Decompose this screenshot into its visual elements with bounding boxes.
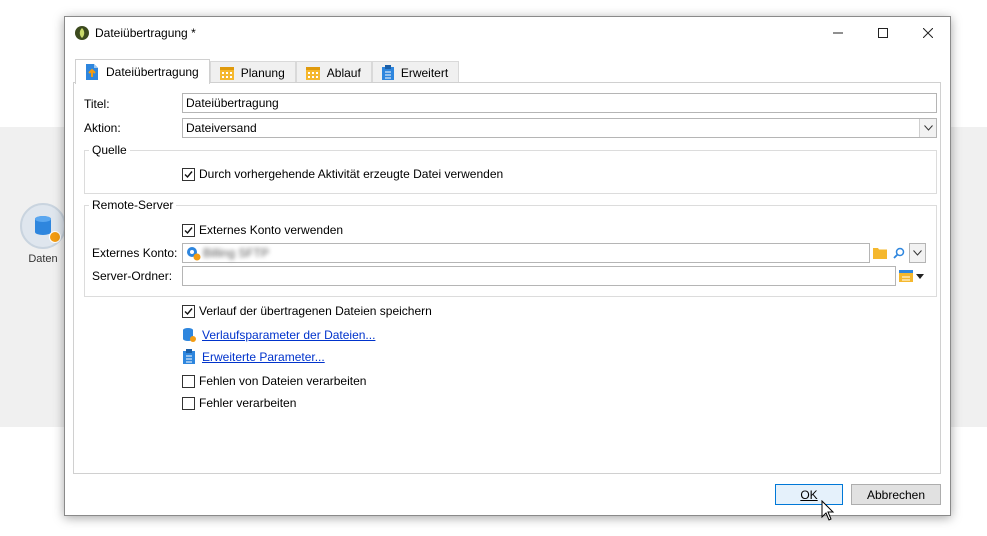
calendar-icon (219, 67, 234, 80)
remote-server-group-title: Remote-Server (89, 198, 177, 212)
dropdown-arrow-icon (916, 273, 924, 279)
titlebar[interactable]: Dateiübertragung * (65, 17, 950, 49)
external-account-dropdown[interactable] (909, 243, 926, 263)
checkbox-unchecked-icon (182, 396, 195, 410)
external-account-label: Externes Konto: (92, 246, 178, 260)
calendar-icon (305, 67, 320, 80)
database-history-icon (183, 328, 196, 342)
title-field[interactable]: Dateiübertragung (182, 93, 937, 113)
tab-label: Planung (240, 66, 285, 80)
tab-dateiuebertragung[interactable]: Dateiübertragung (75, 59, 210, 84)
external-account-field[interactable]: Billing SFTP (182, 243, 870, 263)
action-select[interactable]: Dateiversand (182, 118, 937, 138)
errors-checkbox[interactable]: Fehler verarbeiten (182, 396, 296, 410)
checkbox-label: Verlauf der übertragenen Dateien speiche… (199, 304, 432, 318)
folder-icon (873, 248, 887, 259)
chevron-down-icon (913, 250, 922, 256)
maximize-button[interactable] (860, 17, 905, 49)
server-folder-menu-button[interactable] (899, 268, 927, 284)
file-transfer-dialog: Dateiübertragung * Dateiübertragung Plan… (64, 16, 951, 516)
clipboard-icon (381, 65, 394, 80)
cancel-label: Abbrechen (866, 487, 926, 502)
tab-planung[interactable]: Planung (209, 61, 296, 84)
checkbox-label: Durch vorhergehende Aktivität erzeugte D… (199, 167, 504, 181)
tab-bar: Dateiübertragung Planung Ablauf Erweiter… (75, 59, 460, 84)
file-upload-icon (86, 64, 98, 80)
ok-label: OK (800, 487, 818, 502)
close-button[interactable] (905, 17, 950, 49)
action-label: Aktion: (84, 121, 121, 135)
tab-label: Erweitert (400, 66, 449, 80)
workflow-node-daten[interactable]: Daten (20, 203, 66, 265)
tab-ablauf[interactable]: Ablauf (295, 61, 372, 84)
source-group-title: Quelle (89, 143, 130, 157)
tab-label: Ablauf (326, 66, 361, 80)
minimize-button[interactable] (815, 17, 860, 49)
checkbox-unchecked-icon (182, 374, 195, 388)
clipboard-icon (183, 349, 195, 364)
missing-files-checkbox[interactable]: Fehlen von Dateien verarbeiten (182, 374, 366, 388)
advanced-parameters-link[interactable]: Erweiterte Parameter... (182, 349, 325, 365)
gear-icon (187, 247, 201, 261)
database-icon (20, 203, 66, 249)
checkbox-checked-icon (182, 304, 195, 318)
folder-button[interactable] (870, 243, 890, 263)
checkbox-checked-icon (182, 167, 195, 181)
search-icon (893, 247, 905, 259)
dialog-title: Dateiübertragung * (95, 26, 196, 40)
close-icon (922, 28, 933, 38)
mouse-cursor-icon (821, 500, 835, 521)
history-parameters-link[interactable]: Verlaufsparameter der Dateien... (182, 327, 375, 343)
external-account-value: Billing SFTP (203, 246, 270, 260)
server-folder-label: Server-Ordner: (92, 269, 173, 283)
title-label: Titel: (84, 97, 110, 111)
cancel-button[interactable]: Abbrechen (851, 484, 941, 505)
action-value: Dateiversand (186, 121, 257, 135)
checkbox-label: Externes Konto verwenden (199, 223, 344, 237)
tab-erweitert[interactable]: Erweitert (371, 61, 460, 84)
tab-label: Dateiübertragung (106, 65, 199, 79)
search-button[interactable] (890, 243, 908, 263)
checkbox-checked-icon (182, 223, 195, 237)
link-text[interactable]: Verlaufsparameter der Dateien... (202, 328, 375, 342)
tab-panel: Titel: Dateiübertragung Aktion: Dateiver… (73, 82, 941, 474)
source-checkbox[interactable]: Durch vorhergehende Aktivität erzeugte D… (182, 167, 503, 181)
folder-list-icon (899, 270, 913, 282)
status-badge (49, 231, 61, 243)
external-account-checkbox[interactable]: Externes Konto verwenden (182, 223, 343, 237)
node-label: Daten (28, 253, 58, 265)
checkbox-label: Fehlen von Dateien verarbeiten (199, 374, 367, 388)
checkbox-label: Fehler verarbeiten (199, 396, 297, 410)
link-text[interactable]: Erweiterte Parameter... (202, 350, 325, 364)
history-checkbox[interactable]: Verlauf der übertragenen Dateien speiche… (182, 304, 432, 318)
app-icon (75, 26, 89, 40)
server-folder-field[interactable] (182, 266, 896, 286)
chevron-down-icon[interactable] (919, 119, 936, 137)
